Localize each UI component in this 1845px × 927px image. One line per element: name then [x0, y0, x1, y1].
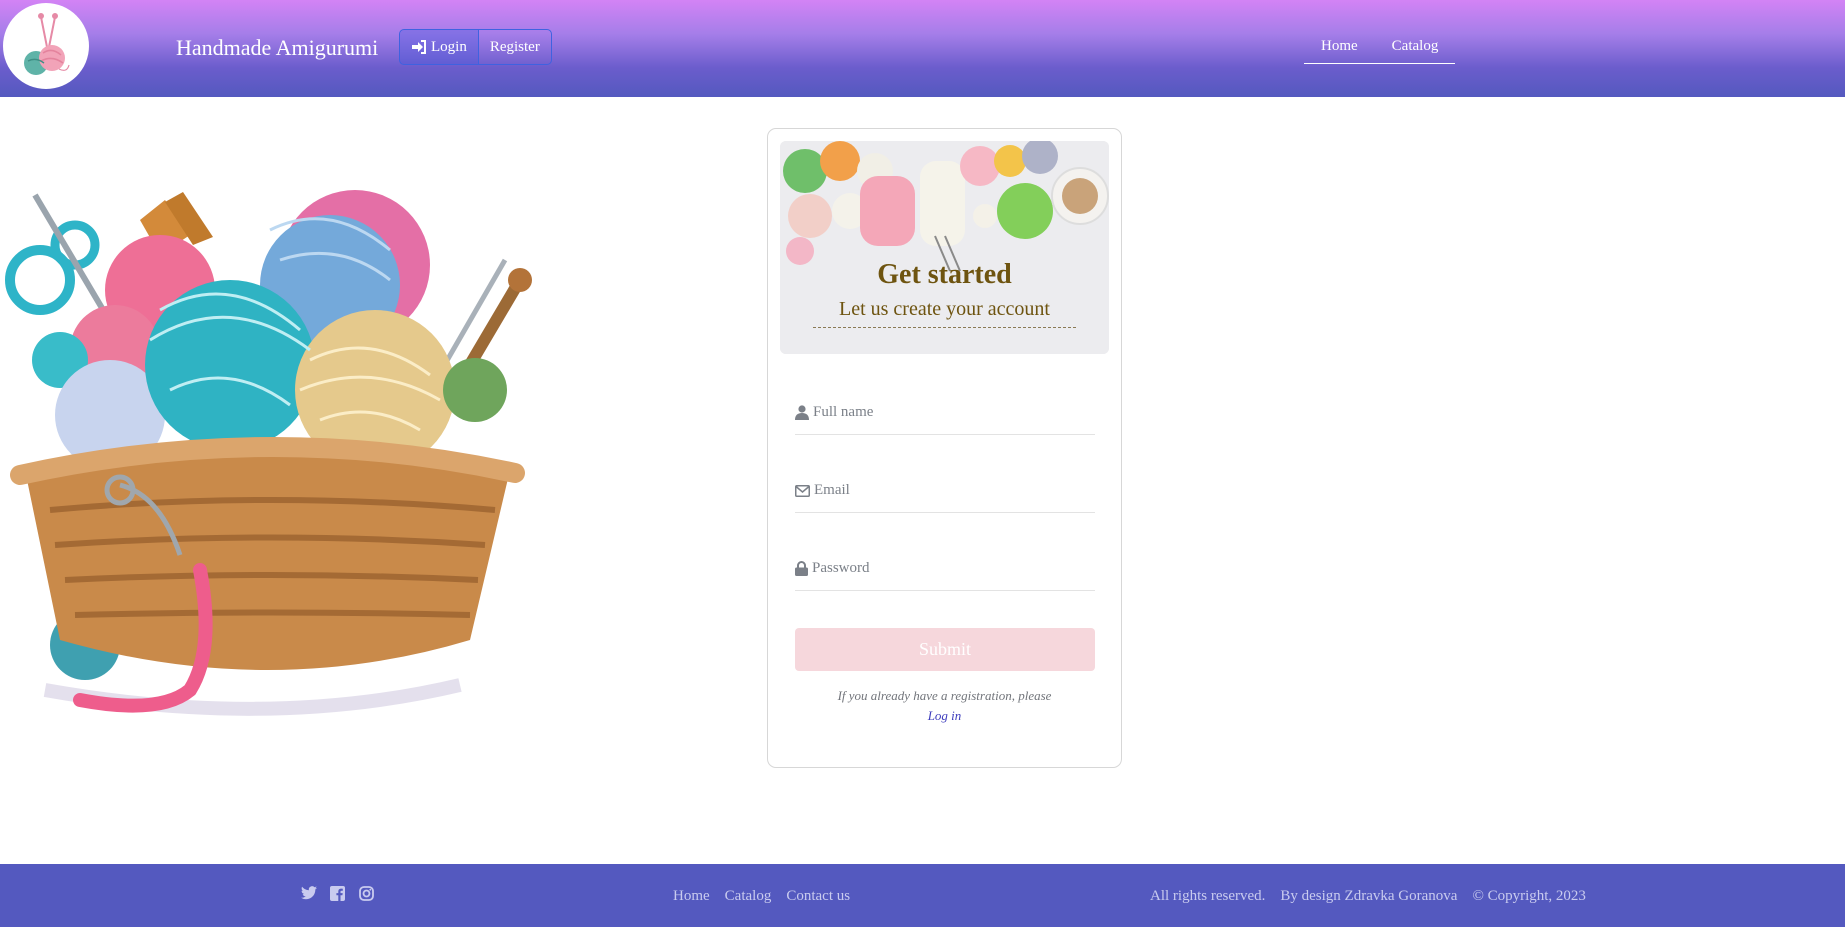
register-button[interactable]: Register: [479, 30, 551, 64]
password-field: [795, 547, 1095, 591]
banner-divider: [813, 327, 1076, 328]
header: Handmade Amigurumi Login Register Home C…: [0, 0, 1845, 97]
login-label: Login: [431, 38, 467, 55]
rights-text: All rights reserved.: [1150, 888, 1266, 904]
main-nav: Home Catalog: [1304, 38, 1456, 64]
nav-home[interactable]: Home: [1304, 38, 1375, 64]
nav-catalog[interactable]: Catalog: [1374, 38, 1456, 64]
login-hint: If you already have a registration, plea…: [837, 688, 1052, 703]
card-subtitle: Let us create your account: [838, 298, 1050, 320]
envelope-icon: [795, 484, 810, 497]
brand-title[interactable]: Handmade Amigurumi: [176, 35, 378, 61]
auth-group: Login Register: [399, 29, 552, 65]
submit-button[interactable]: Submit: [795, 628, 1095, 671]
register-label: Register: [489, 38, 540, 55]
lock-icon: [795, 561, 808, 576]
twitter-icon[interactable]: [301, 886, 317, 902]
login-link[interactable]: Log in: [768, 708, 1121, 724]
copyright-text: © Copyright, 2023: [1472, 888, 1586, 904]
yarn-banner-image: [780, 141, 1109, 354]
sign-in-icon: [412, 40, 426, 54]
footer-credits: All rights reserved. By design Zdravka G…: [1150, 888, 1586, 905]
footer-link-home[interactable]: Home: [673, 888, 710, 905]
login-button[interactable]: Login: [400, 30, 479, 64]
author-text: By design Zdravka Goranova: [1280, 888, 1458, 904]
facebook-icon[interactable]: [330, 886, 346, 902]
card-title: Get started: [877, 259, 1012, 290]
instagram-icon[interactable]: [359, 886, 375, 902]
logo[interactable]: [3, 3, 89, 89]
full-name-input[interactable]: [813, 404, 1083, 421]
email-field: [795, 469, 1095, 513]
footer-link-catalog[interactable]: Catalog: [725, 888, 772, 905]
social-links: [301, 886, 375, 902]
yarn-basket-illustration: [0, 190, 540, 720]
footer: Home Catalog Contact us All rights reser…: [0, 864, 1845, 927]
footer-link-contact[interactable]: Contact us: [786, 888, 850, 905]
email-input[interactable]: [814, 482, 1084, 499]
yarn-logo-icon: [4, 4, 88, 88]
full-name-field: [795, 391, 1095, 435]
password-input[interactable]: [812, 560, 1082, 577]
register-card: Get started Let us create your account S…: [767, 128, 1122, 768]
footer-links: Home Catalog Contact us: [673, 888, 850, 905]
user-icon: [795, 405, 809, 420]
card-banner: Get started Let us create your account: [780, 141, 1109, 354]
